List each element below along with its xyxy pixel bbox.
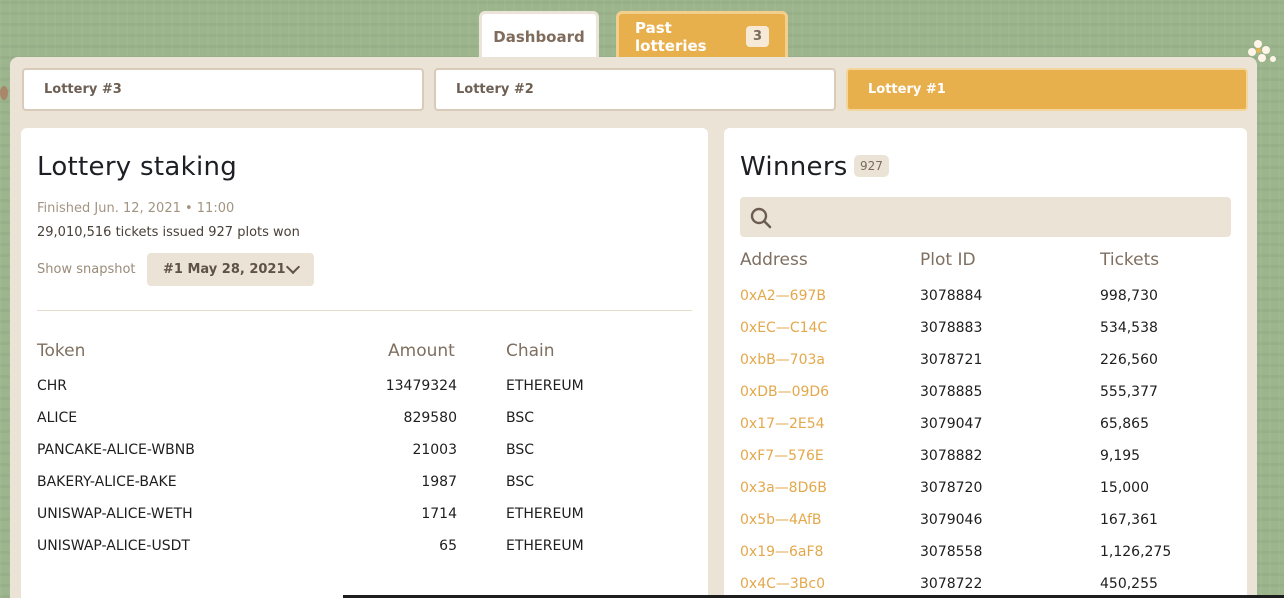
chain-cell: ETHEREUM	[506, 378, 584, 394]
winners-panel: Winners 927 Address Plot ID Tickets 0xA2…	[724, 128, 1247, 598]
column-header-token: Token	[37, 341, 86, 361]
amount-cell: 21003	[412, 442, 457, 458]
token-cell: UNISWAP-ALICE-WETH	[37, 506, 193, 522]
winners-title: Winners	[740, 152, 848, 182]
lottery-frame: Lottery #3 Lottery #2 Lottery #1 Lottery…	[10, 57, 1257, 598]
lottery-tab-3[interactable]: Lottery #3	[22, 68, 424, 111]
tickets-cell: 555,377	[1100, 384, 1158, 400]
lottery-tab-label: Lottery #1	[868, 82, 946, 97]
snapshot-select[interactable]: #1 May 28, 2021	[147, 253, 314, 286]
tab-dashboard[interactable]: Dashboard	[479, 11, 599, 59]
tickets-cell: 1,126,275	[1100, 544, 1172, 560]
address-link[interactable]: 0x19—6aF8	[740, 544, 823, 560]
tickets-cell: 534,538	[1100, 320, 1158, 336]
snapshot-value: #1 May 28, 2021	[163, 262, 286, 277]
divider	[37, 310, 692, 311]
tickets-cell: 226,560	[1100, 352, 1158, 368]
plot-id-cell: 3078721	[920, 352, 983, 368]
amount-cell: 1714	[421, 506, 457, 522]
plot-id-cell: 3078883	[920, 320, 983, 336]
lottery-tab-1[interactable]: Lottery #1	[846, 68, 1248, 111]
tab-past-lotteries-label: Past lotteries	[635, 18, 707, 55]
amount-cell: 65	[439, 538, 457, 554]
plot-id-cell: 3078885	[920, 384, 983, 400]
staking-panel: Lottery staking Finished Jun. 12, 2021 •…	[21, 128, 708, 598]
lottery-tabs: Lottery #3 Lottery #2 Lottery #1	[22, 68, 1248, 111]
lottery-tab-label: Lottery #2	[456, 82, 534, 97]
chevron-down-icon	[285, 259, 301, 275]
tickets-cell: 167,361	[1100, 512, 1158, 528]
plot-id-cell: 3079046	[920, 512, 983, 528]
winners-search-input[interactable]	[740, 197, 1231, 237]
tickets-cell: 9,195	[1100, 448, 1141, 464]
plot-id-cell: 3078882	[920, 448, 983, 464]
address-link[interactable]: 0xDB—09D6	[740, 384, 829, 400]
amount-cell: 1987	[421, 474, 457, 490]
chain-cell: ETHEREUM	[506, 538, 584, 554]
address-link[interactable]: 0xbB—703a	[740, 352, 825, 368]
past-lotteries-count-badge: 3	[745, 26, 769, 47]
tickets-cell: 15,000	[1100, 480, 1149, 496]
chain-cell: BSC	[506, 410, 535, 426]
snapshot-label: Show snapshot	[37, 262, 136, 277]
token-cell: ALICE	[37, 410, 78, 426]
plot-id-cell: 3078558	[920, 544, 983, 560]
plot-id-cell: 3078720	[920, 480, 983, 496]
address-link[interactable]: 0x17—2E54	[740, 416, 825, 432]
lottery-tab-2[interactable]: Lottery #2	[434, 68, 836, 111]
token-cell: UNISWAP-ALICE-USDT	[37, 538, 190, 554]
column-header-address: Address	[740, 250, 808, 270]
column-header-plot-id: Plot ID	[920, 250, 976, 270]
column-header-tickets: Tickets	[1100, 250, 1160, 270]
search-icon	[750, 207, 772, 229]
address-link[interactable]: 0x5b—4AfB	[740, 512, 822, 528]
tab-dashboard-label: Dashboard	[493, 27, 585, 46]
tickets-cell: 450,255	[1100, 576, 1158, 592]
chain-cell: ETHEREUM	[506, 506, 584, 522]
chain-cell: BSC	[506, 474, 535, 490]
tickets-cell: 998,730	[1100, 288, 1158, 304]
address-link[interactable]: 0xEC—C14C	[740, 320, 827, 336]
column-header-chain: Chain	[506, 341, 555, 361]
winners-count-badge: 927	[854, 155, 889, 177]
token-cell: BAKERY-ALICE-BAKE	[37, 474, 177, 490]
lottery-tab-label: Lottery #3	[44, 82, 122, 97]
plot-id-cell: 3079047	[920, 416, 983, 432]
address-link[interactable]: 0xF7—576E	[740, 448, 824, 464]
address-link[interactable]: 0xA2—697B	[740, 288, 826, 304]
plot-id-cell: 3078722	[920, 576, 983, 592]
top-tabs: Dashboard Past lotteries 3	[479, 11, 788, 59]
plot-id-cell: 3078884	[920, 288, 983, 304]
tickets-summary: 29,010,516 tickets issued 927 plots won	[37, 225, 300, 240]
finished-date: Finished Jun. 12, 2021 • 11:00	[37, 201, 235, 216]
amount-cell: 13479324	[385, 378, 457, 394]
chain-cell: BSC	[506, 442, 535, 458]
token-cell: CHR	[37, 378, 68, 394]
address-link[interactable]: 0x4C—3Bc0	[740, 576, 825, 592]
column-header-amount: Amount	[388, 341, 455, 361]
staking-title: Lottery staking	[37, 152, 238, 182]
token-cell: PANCAKE-ALICE-WBNB	[37, 442, 195, 458]
address-link[interactable]: 0x3a—8D6B	[740, 480, 827, 496]
tickets-cell: 65,865	[1100, 416, 1149, 432]
amount-cell: 829580	[403, 410, 457, 426]
tab-past-lotteries[interactable]: Past lotteries 3	[616, 11, 788, 59]
leaf-decoration	[0, 86, 8, 100]
